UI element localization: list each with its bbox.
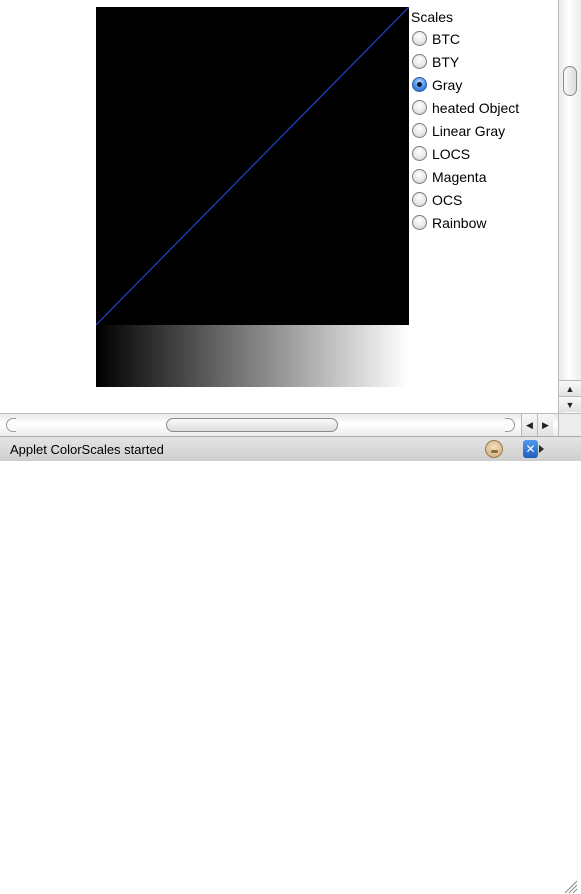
scale-option-btc[interactable]: BTC [411, 27, 558, 50]
java-applet-icon[interactable]: ✕ [523, 440, 545, 458]
applet-area: Scales BTC BTY Gray heated Object Linear Gra… [0, 0, 558, 413]
scale-option-rainbow[interactable]: Rainbow [411, 211, 558, 234]
horizontal-scrollbar[interactable]: ◀ ▶ [0, 413, 558, 436]
radio-unchecked-icon[interactable] [412, 100, 427, 115]
vertical-scroll-thumb[interactable] [563, 66, 577, 96]
scale-option-bty[interactable]: BTY [411, 50, 558, 73]
resize-grip-icon[interactable] [562, 878, 578, 894]
scale-option-label: Rainbow [432, 214, 487, 231]
plot-svg [96, 7, 409, 325]
horizontal-track-left-cap [6, 418, 16, 432]
java-logo-icon: ✕ [523, 440, 538, 458]
scale-option-ocs[interactable]: OCS [411, 188, 558, 211]
horizontal-track-right-cap [505, 418, 515, 432]
scale-curve-line [96, 7, 409, 325]
color-scale-plot [96, 7, 409, 325]
vertical-scrollbar[interactable]: ▲ ▼ [558, 0, 581, 413]
color-gradient-bar [96, 325, 409, 387]
script-monkey-icon[interactable] [485, 440, 503, 458]
scroll-right-button[interactable]: ▶ [537, 414, 553, 436]
scale-option-label: Gray [432, 76, 463, 93]
scale-option-heated-object[interactable]: heated Object [411, 96, 558, 119]
scroll-up-button[interactable]: ▲ [559, 380, 581, 396]
scale-option-label: Linear Gray [432, 122, 506, 139]
scale-option-gray[interactable]: Gray [411, 73, 558, 96]
radio-unchecked-icon[interactable] [412, 123, 427, 138]
scale-option-label: heated Object [432, 99, 520, 116]
radio-unchecked-icon[interactable] [412, 169, 427, 184]
scales-title: Scales [411, 9, 454, 25]
scales-panel: Scales BTC BTY Gray heated Object Linear Gra… [411, 7, 558, 234]
scroll-down-button[interactable]: ▼ [559, 396, 581, 412]
radio-unchecked-icon[interactable] [412, 31, 427, 46]
radio-unchecked-icon[interactable] [412, 146, 427, 161]
scrollbar-corner [558, 413, 581, 436]
status-bar: Applet ColorScales started ✕ [0, 436, 581, 894]
scale-option-label: BTC [432, 30, 460, 47]
scale-option-label: OCS [432, 191, 463, 208]
scale-option-linear-gray[interactable]: Linear Gray [411, 119, 558, 142]
radio-checked-icon[interactable] [412, 77, 427, 92]
java-menu-arrow-icon [539, 445, 544, 453]
status-text: Applet ColorScales started [10, 442, 164, 457]
scroll-left-button[interactable]: ◀ [521, 414, 537, 436]
scale-options: BTC BTY Gray heated Object Linear Gray LOCS Ma… [411, 27, 558, 234]
scale-option-magenta[interactable]: Magenta [411, 165, 558, 188]
radio-unchecked-icon[interactable] [412, 192, 427, 207]
radio-unchecked-icon[interactable] [412, 54, 427, 69]
scale-option-label: Magenta [432, 168, 487, 185]
scale-option-label: LOCS [432, 145, 471, 162]
radio-unchecked-icon[interactable] [412, 215, 427, 230]
horizontal-scroll-thumb[interactable] [166, 418, 338, 432]
scale-option-label: BTY [432, 53, 460, 70]
scale-option-locs[interactable]: LOCS [411, 142, 558, 165]
